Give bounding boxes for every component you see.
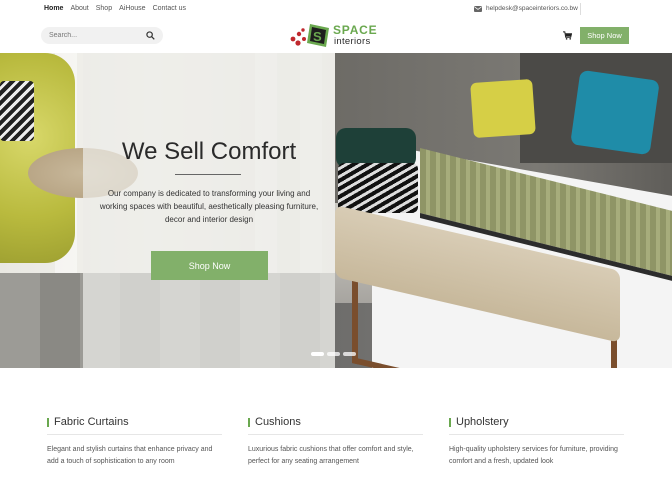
feature-fabric-curtains: Fabric Curtains Elegant and stylish curt… xyxy=(47,416,222,468)
hero-title: We Sell Comfort xyxy=(121,138,297,165)
hero-slider: We Sell Comfort Our company is dedicated… xyxy=(0,53,672,368)
nav-about[interactable]: About xyxy=(70,5,88,12)
contact-email[interactable]: helpdesk@spaceinteriors.co.bw xyxy=(474,5,578,12)
nav-home[interactable]: Home xyxy=(44,5,63,12)
hero-description: Our company is dedicated to transforming… xyxy=(99,189,319,224)
yellow-pillow-image xyxy=(470,78,536,139)
feature-description: Elegant and stylish curtains that enhanc… xyxy=(47,446,213,465)
svg-text:S: S xyxy=(313,29,322,44)
slider-dot-1[interactable] xyxy=(311,352,324,356)
feature-divider xyxy=(47,434,222,435)
feature-description: Luxurious fabric cushions that offer com… xyxy=(248,446,414,465)
feature-header: Upholstery xyxy=(449,416,624,428)
shop-now-header-button[interactable]: Shop Now xyxy=(580,27,629,44)
header: S SPACE interiors Shop Now xyxy=(0,20,672,53)
feature-header: Fabric Curtains xyxy=(47,416,222,428)
logo-text-interiors: interiors xyxy=(334,36,371,47)
green-ottoman-image xyxy=(336,128,416,168)
nav-aihouse[interactable]: AiHouse xyxy=(119,5,145,12)
top-nav: Home About Shop AiHouse Contact us xyxy=(44,5,186,12)
mail-icon xyxy=(474,5,482,12)
feature-upholstery: Upholstery High-quality upholstery servi… xyxy=(449,416,624,468)
slider-dots xyxy=(311,352,356,356)
feature-accent-bar xyxy=(449,417,451,427)
feature-header: Cushions xyxy=(248,416,423,428)
feature-accent-bar xyxy=(248,417,250,427)
teal-pillow-image xyxy=(570,69,660,156)
feature-cushions: Cushions Luxurious fabric cushions that … xyxy=(248,416,423,468)
feature-title: Fabric Curtains xyxy=(54,416,129,428)
hero-divider xyxy=(175,174,241,175)
slider-dot-2[interactable] xyxy=(327,352,340,356)
top-bar: Home About Shop AiHouse Contact us helpd… xyxy=(0,0,672,20)
feature-title: Upholstery xyxy=(456,416,509,428)
search-box xyxy=(41,27,163,44)
search-icon[interactable] xyxy=(146,31,155,40)
email-text: helpdesk@spaceinteriors.co.bw xyxy=(486,5,578,12)
shop-now-hero-button[interactable]: Shop Now xyxy=(151,251,268,280)
slider-dot-3[interactable] xyxy=(343,352,356,356)
feature-description: High-quality upholstery services for fur… xyxy=(449,446,618,465)
nav-shop[interactable]: Shop xyxy=(96,5,112,12)
logo[interactable]: S SPACE interiors xyxy=(289,20,384,52)
feature-divider xyxy=(248,434,423,435)
search-input[interactable] xyxy=(49,32,146,39)
logo-mark-icon: S xyxy=(290,24,329,47)
feature-accent-bar xyxy=(47,417,49,427)
feature-title: Cushions xyxy=(255,416,301,428)
logo-text-space: SPACE xyxy=(333,23,378,37)
nav-contact[interactable]: Contact us xyxy=(153,5,186,12)
zebra-pouf-image xyxy=(338,163,418,213)
divider xyxy=(580,3,581,15)
feature-divider xyxy=(449,434,624,435)
features-section: Fabric Curtains Elegant and stylish curt… xyxy=(0,368,672,493)
cart-icon[interactable] xyxy=(563,31,572,40)
striped-cushion-image xyxy=(0,81,34,141)
